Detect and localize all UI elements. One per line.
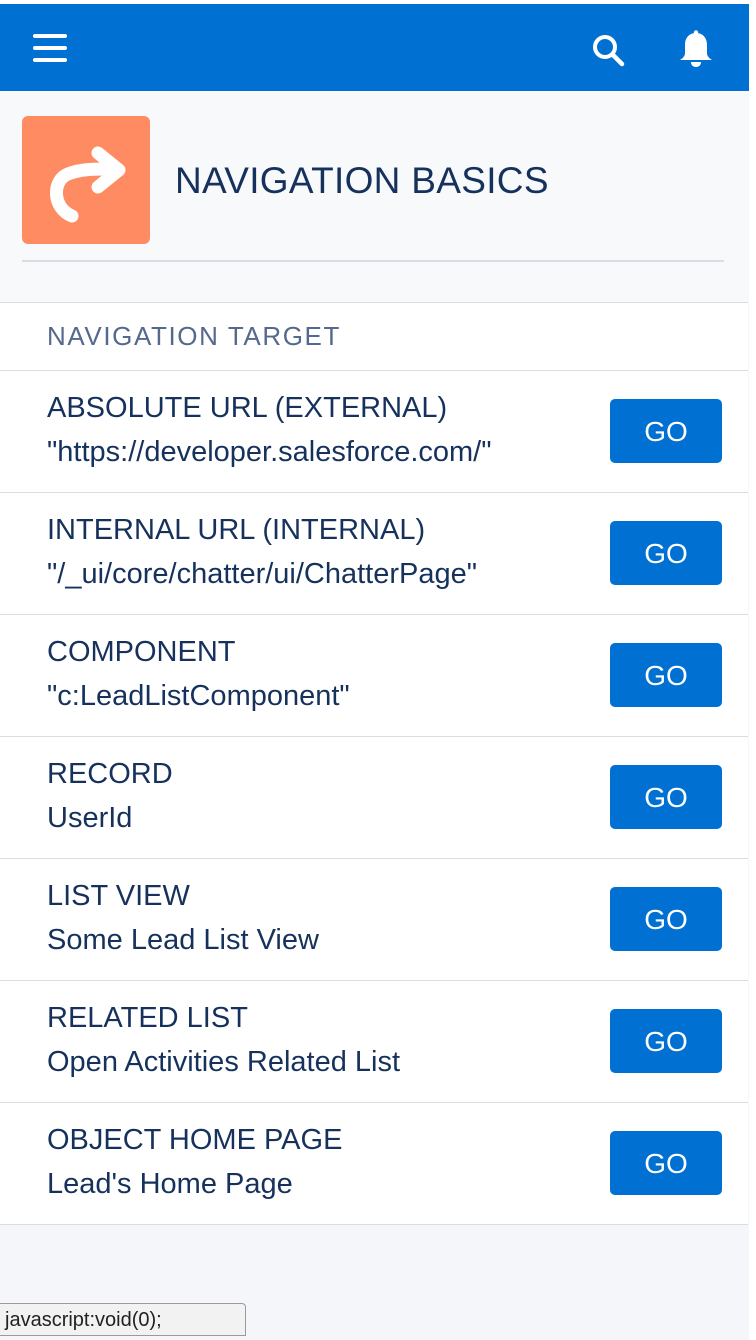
bell-icon[interactable] [678,30,714,70]
table-header: NAVIGATION TARGET [0,303,748,371]
row-title: RELATED LIST [47,1002,248,1034]
row-subtitle: Open Activities Related List [47,1046,401,1078]
table-row: ABSOLUTE URL (EXTERNAL) "https://develop… [0,371,748,493]
redo-arrow-icon [22,116,150,244]
table-row: COMPONENT "c:LeadListComponent" GO [0,615,748,737]
row-title: LIST VIEW [47,880,190,912]
page-title: NAVIGATION BASICS [175,160,549,201]
row-title: INTERNAL URL (INTERNAL) [47,514,426,546]
row-subtitle: Lead's Home Page [47,1168,293,1200]
row-subtitle: Some Lead List View [47,924,319,956]
page-header-card: NAVIGATION BASICS [0,91,749,303]
table-row: RECORD UserId GO [0,737,748,859]
go-button-component[interactable]: GO [610,643,722,707]
table-row: RELATED LIST Open Activities Related Lis… [0,981,748,1103]
go-button-list-view[interactable]: GO [610,887,722,951]
row-subtitle: "/_ui/core/chatter/ui/ChatterPage" [47,558,478,590]
window-right-edge [749,0,756,1340]
navigation-table: NAVIGATION TARGET ABSOLUTE URL (EXTERNAL… [0,302,748,1225]
row-title: RECORD [47,758,173,790]
row-subtitle: UserId [47,802,133,834]
go-button-absolute-url[interactable]: GO [610,399,722,463]
go-button-object-home-page[interactable]: GO [610,1131,722,1195]
row-title: COMPONENT [47,636,236,668]
go-button-internal-url[interactable]: GO [610,521,722,585]
row-title: OBJECT HOME PAGE [47,1124,343,1156]
go-button-record[interactable]: GO [610,765,722,829]
row-subtitle: "https://developer.salesforce.com/" [47,436,492,468]
column-header-navigation-target: NAVIGATION TARGET [47,321,341,351]
row-subtitle: "c:LeadListComponent" [47,680,350,712]
row-title: ABSOLUTE URL (EXTERNAL) [47,392,448,424]
table-row: OBJECT HOME PAGE Lead's Home Page GO [0,1103,748,1224]
app-header [0,4,749,91]
browser-status-bar: javascript:void(0); [0,1303,246,1336]
table-row: INTERNAL URL (INTERNAL) "/_ui/core/chatt… [0,493,748,615]
divider [22,260,724,262]
go-button-related-list[interactable]: GO [610,1009,722,1073]
table-row: LIST VIEW Some Lead List View GO [0,859,748,981]
search-icon[interactable] [590,32,626,68]
hamburger-menu-icon[interactable] [33,34,67,62]
